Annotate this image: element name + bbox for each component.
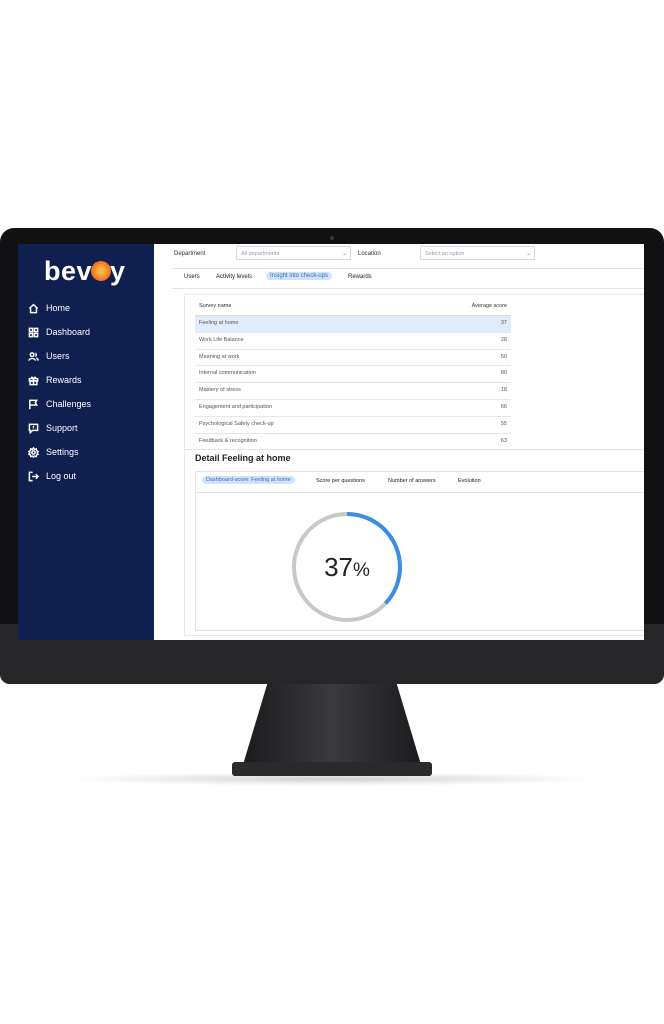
survey-score: 50: [500, 353, 507, 360]
sidebar-item-settings[interactable]: Settings: [18, 440, 154, 464]
survey-name: Work Life Balance: [199, 336, 244, 343]
sidebar-item-challenges[interactable]: Challenges: [18, 392, 154, 416]
app-screen: bev y Home Dashboard Users Rewards Challe…: [18, 244, 644, 640]
survey-score: 55: [500, 420, 507, 427]
sidebar-nav: Home Dashboard Users Rewards Challenges …: [18, 296, 154, 488]
grid-icon: [28, 327, 39, 337]
survey-score: 66: [500, 403, 507, 410]
users-icon: [28, 351, 39, 361]
department-select-value: All departments: [241, 251, 280, 257]
survey-name: Feedback & recognition: [199, 437, 257, 444]
sidebar-item-label: Log out: [46, 471, 77, 481]
department-select[interactable]: All departments ⌄: [236, 246, 351, 260]
chevron-down-icon: ⌄: [525, 251, 531, 257]
survey-score: 80: [500, 370, 507, 377]
filter-bar: Department All departments ⌄ Location Se…: [154, 244, 644, 266]
sidebar-item-label: Support: [46, 423, 78, 433]
sidebar-item-support[interactable]: Support: [18, 416, 154, 440]
location-select[interactable]: Select an option ⌄: [420, 246, 535, 260]
monitor-stand: [242, 684, 422, 768]
location-label: Location: [358, 251, 381, 257]
divider: [172, 288, 644, 289]
table-row[interactable]: Internal communication 80: [195, 366, 511, 384]
survey-score: 63: [500, 437, 507, 444]
flag-icon: [29, 399, 39, 409]
chevron-down-icon: ⌄: [341, 251, 347, 257]
survey-name: Internal communication: [199, 370, 256, 377]
tab-evolution[interactable]: Evolution: [458, 478, 481, 484]
table-row[interactable]: Mastery of stress 18: [195, 383, 511, 400]
logo-orange-dot: [91, 260, 112, 281]
home-icon: [28, 303, 39, 313]
sidebar: bev y Home Dashboard Users Rewards Challe…: [18, 244, 154, 640]
table-row[interactable]: Feedback & recognition 63: [195, 434, 511, 451]
survey-name: Feeling at home: [199, 320, 239, 326]
table-row[interactable]: Feeling at home 37: [195, 316, 511, 333]
monitor-stand-base: [232, 762, 432, 776]
survey-name: Engagement and participation: [199, 403, 273, 410]
tab-rewards[interactable]: Rewards: [348, 274, 372, 280]
tab-score-per-questions[interactable]: Score per questions: [316, 478, 365, 484]
main-tabs: Users Activity levels Insight into check…: [172, 272, 644, 286]
webcam: [330, 236, 334, 240]
detail-panel: Dashboard-score: Feeling at home Score p…: [195, 471, 644, 631]
table-row[interactable]: Meaning at work 50: [195, 350, 511, 367]
table-row[interactable]: Engagement and participation 66: [195, 400, 511, 417]
gauge-value-text: 37%: [324, 552, 370, 582]
survey-name: Meaning at work: [199, 353, 240, 360]
tab-activity-levels[interactable]: Activity levels: [216, 274, 252, 280]
location-select-placeholder: Select an option: [425, 251, 465, 257]
insight-card: Survey name Average score Feeling at hom…: [184, 294, 644, 636]
table-header: Survey name Average score: [195, 303, 511, 316]
divider: [185, 449, 644, 450]
tab-users[interactable]: Users: [184, 274, 200, 280]
gauge-value: 37: [324, 552, 353, 582]
gear-icon: [28, 446, 39, 458]
survey-table: Survey name Average score Feeling at hom…: [195, 303, 511, 451]
sidebar-item-users[interactable]: Users: [18, 344, 154, 368]
gift-icon: [28, 375, 39, 385]
survey-name: Mastery of stress: [199, 387, 241, 394]
sidebar-item-logout[interactable]: Log out: [18, 464, 154, 488]
survey-name: Psychological Safety check-up: [199, 420, 274, 427]
sidebar-item-label: Settings: [46, 447, 79, 457]
sidebar-item-home[interactable]: Home: [18, 296, 154, 320]
survey-score: 28: [500, 336, 507, 343]
chat-icon: [28, 423, 39, 434]
divider: [196, 492, 644, 493]
detail-tabs: Dashboard-score: Feeling at home Score p…: [202, 476, 642, 490]
column-survey-name: Survey name: [199, 303, 232, 309]
sidebar-item-label: Challenges: [46, 399, 92, 409]
sidebar-item-rewards[interactable]: Rewards: [18, 368, 154, 392]
divider: [172, 268, 644, 269]
survey-score: 37: [500, 320, 507, 326]
logout-icon: [28, 471, 39, 481]
tab-dashboard-score[interactable]: Dashboard-score: Feeling at home: [202, 476, 295, 484]
sidebar-item-label: Home: [46, 303, 71, 313]
table-row[interactable]: Psychological Safety check-up 55: [195, 417, 511, 434]
detail-title: Detail Feeling at home: [195, 453, 291, 463]
main-content: Department All departments ⌄ Location Se…: [154, 244, 644, 640]
sidebar-item-label: Dashboard: [46, 327, 91, 337]
score-gauge: 37%: [292, 512, 402, 622]
tab-number-of-answers[interactable]: Number of answers: [388, 478, 436, 484]
bevoy-logo[interactable]: bev y: [44, 256, 126, 287]
sidebar-item-dashboard[interactable]: Dashboard: [18, 320, 154, 344]
table-row[interactable]: Work Life Balance 28: [195, 333, 511, 350]
column-average-score: Average score: [471, 303, 507, 309]
gauge-unit: %: [353, 560, 370, 581]
department-label: Department: [174, 251, 206, 257]
tab-insight-into-check-ups[interactable]: Insight into check-ups: [266, 272, 333, 280]
sidebar-item-label: Rewards: [46, 375, 82, 385]
sidebar-item-label: Users: [46, 351, 70, 361]
survey-score: 18: [500, 387, 507, 394]
